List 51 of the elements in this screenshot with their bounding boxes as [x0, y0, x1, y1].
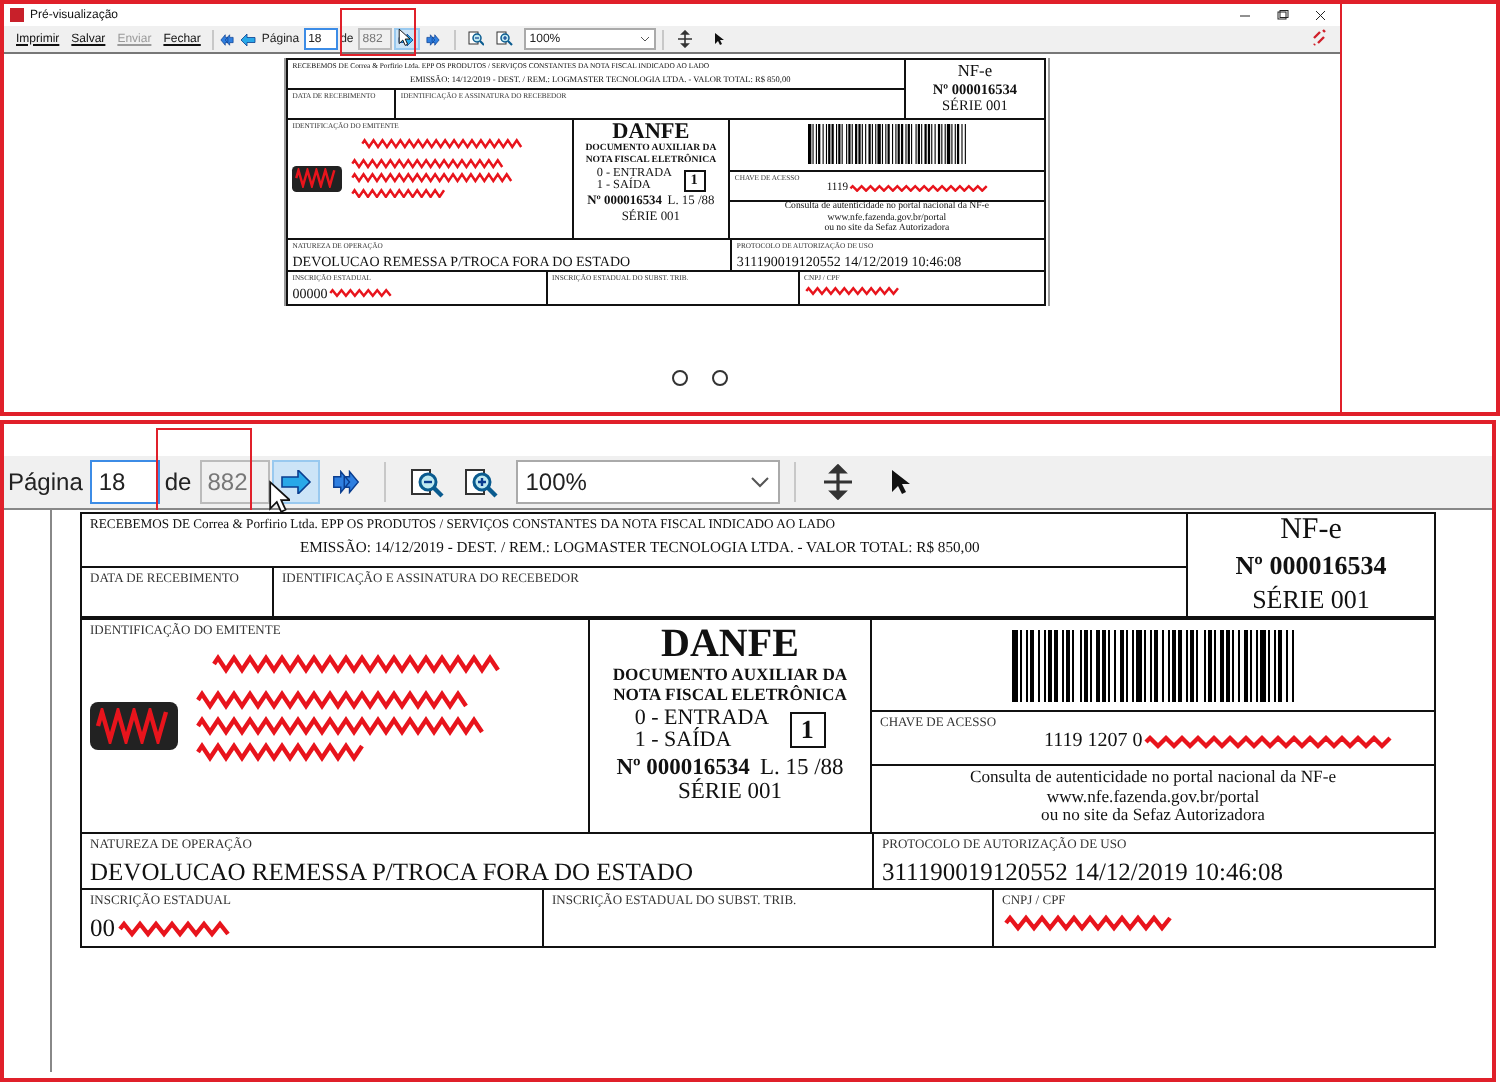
sheet-number: L. 15 /88: [759, 755, 844, 781]
of-label: de: [164, 468, 192, 496]
zoom-out-icon: [467, 30, 485, 48]
redaction-scribble: [327, 288, 395, 299]
previous-page-button[interactable]: [237, 33, 260, 45]
consult-text: www.nfe.fazenda.gov.br/portal: [1046, 787, 1260, 807]
circle-icon: [712, 369, 728, 386]
page-count-field[interactable]: 882: [199, 460, 270, 504]
highlight-frame: [156, 428, 252, 510]
page-label: Página: [8, 468, 83, 496]
circle-icon: [672, 369, 688, 386]
entry-option: 0 - ENTRADA: [634, 707, 770, 731]
move-icon: [676, 30, 695, 48]
arrow-left-icon: [240, 33, 257, 45]
exit-option: 1 - SAÍDA: [634, 730, 770, 754]
page-number-field[interactable]: 18: [90, 460, 161, 504]
zoom-in-icon: [496, 30, 514, 48]
invoice-number: Nº 000016534: [616, 755, 750, 780]
invoice-type: NF-e: [957, 62, 993, 81]
first-page-button[interactable]: [217, 33, 238, 45]
operation-type: 1: [789, 712, 826, 749]
invoice-type: NF-e: [1280, 514, 1342, 548]
broken-link-icon[interactable]: [1312, 28, 1328, 46]
zoom-in-icon: [463, 465, 498, 499]
operation-nature: DEVOLUCAO REMESSA P/TROCA FORA DO ESTADO: [90, 858, 695, 888]
authorization-protocol: 311190019120552 14/12/2019 10:46:08: [882, 858, 1285, 888]
access-key-value: 1119 1207 0: [1044, 730, 1143, 752]
invoice-series: SÉRIE 001: [677, 780, 783, 807]
invoice-number: Nº 000016534: [1235, 550, 1387, 582]
zoom-out-icon: [409, 465, 444, 499]
double-arrow-right-icon: [331, 470, 360, 494]
pointer-icon: [889, 468, 910, 496]
redaction-scribble: [115, 920, 235, 938]
consult-text: Consulta de autenticidade no portal nacional da NF-e: [969, 768, 1337, 788]
redaction-scribble: [804, 285, 905, 296]
pointer-icon: [713, 32, 724, 46]
zoom-value: 100%: [525, 468, 587, 496]
arrow-right-icon: [279, 470, 312, 494]
double-arrow-left-icon: [220, 33, 235, 45]
consult-text: ou no site da Sefaz Autorizadora: [1041, 806, 1265, 826]
danfe-title: DANFE: [661, 624, 799, 664]
danfe-subtitle: DOCUMENTO AUXILIAR DA NOTA FISCAL ELETRÔNICA: [610, 666, 850, 706]
invoice-series: SÉRIE 001: [1252, 584, 1370, 616]
double-arrow-right-icon: [426, 33, 441, 45]
mouse-cursor-icon: [398, 28, 410, 46]
move-icon: [819, 464, 856, 500]
caret-icon: [749, 476, 770, 488]
app-icon: [10, 8, 24, 22]
danfe-title: DANFE: [612, 121, 690, 144]
zoom-dropdown[interactable]: 100%: [515, 460, 780, 504]
state-registration: 00: [90, 914, 115, 944]
